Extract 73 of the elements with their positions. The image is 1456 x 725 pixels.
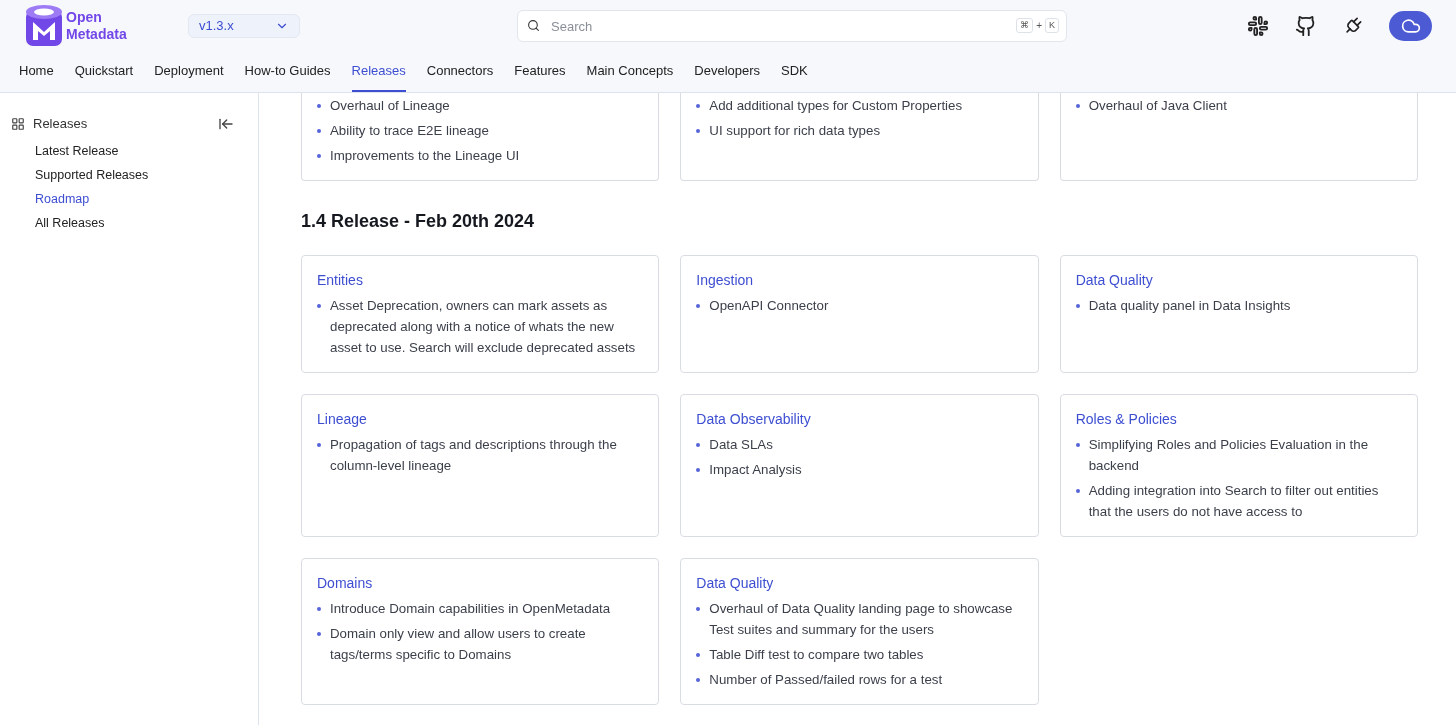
feature-text: Adding integration into Search to filter out entities that the users do not have access to xyxy=(1088,482,1380,521)
feature-text: Introduce Domain capabilities in OpenMetadata xyxy=(330,600,611,618)
bullet-icon xyxy=(317,129,321,133)
feature-text: Domain only view and allow users to create tags/terms specific to Domains xyxy=(330,625,587,664)
feature-text: Data SLAs xyxy=(709,436,773,454)
feature-text: Improvements to the Lineage UI xyxy=(330,147,520,165)
feature-text: Propagation of tags and descriptions through the column-level lineage xyxy=(330,436,618,475)
nav-tab[interactable]: SDK xyxy=(781,60,808,92)
sidebar-link[interactable]: All Releases xyxy=(35,213,234,232)
feature-text: Impact Analysis xyxy=(709,461,802,479)
bullet-icon xyxy=(696,653,701,657)
bullet-icon xyxy=(317,154,321,158)
feature-text: Data quality panel in Data Insights xyxy=(1088,297,1291,315)
section-heading: 1.4 Release - Feb 20th 2024 xyxy=(301,210,536,233)
feature-text: Ability to trace E2E lineage xyxy=(330,122,489,140)
bullet-icon xyxy=(317,104,321,108)
grid-icon xyxy=(11,116,25,131)
sidebar-title: Releases xyxy=(33,115,88,133)
feature-text: Overhaul of Data Quality landing page to showcase Test suites and summary for the users xyxy=(709,600,1014,639)
bullet-icon xyxy=(696,468,701,472)
version-select[interactable]: v1.3.x xyxy=(188,14,300,38)
sidebar-link[interactable]: Latest Release xyxy=(35,141,234,160)
feature-text: Table Diff test to compare two tables xyxy=(709,646,924,664)
feature-text: Number of Passed/failed rows for a test xyxy=(709,671,943,689)
bullet-icon xyxy=(317,607,321,611)
bullet-icon xyxy=(696,443,701,447)
slack-icon[interactable] xyxy=(1247,15,1269,37)
nav-tab[interactable]: Developers xyxy=(694,60,761,92)
logo-icon xyxy=(26,4,62,48)
key-cap: K xyxy=(1045,18,1059,33)
nav-tab[interactable]: How-to Guides xyxy=(244,60,331,92)
search-icon xyxy=(527,19,540,32)
card-title: Ingestion xyxy=(696,271,755,290)
bullet-icon xyxy=(1075,304,1080,308)
bullet-icon xyxy=(696,304,701,308)
card-title: Data Observability xyxy=(696,410,812,429)
bullet-icon xyxy=(696,104,701,108)
nav-tab[interactable]: Connectors xyxy=(426,60,494,92)
bullet-icon xyxy=(696,607,701,611)
github-icon[interactable] xyxy=(1295,15,1317,37)
card-title: Domains xyxy=(317,574,374,593)
cloud-button[interactable] xyxy=(1389,11,1432,41)
bullet-icon xyxy=(1075,489,1080,493)
bullet-icon xyxy=(1075,104,1080,108)
card-title: Data Quality xyxy=(1075,271,1154,290)
nav-tab[interactable]: Quickstart xyxy=(74,60,134,92)
feature-text: Simplifying Roles and Policies Evaluation in the backend xyxy=(1088,436,1370,475)
card-title: Roles & Policies xyxy=(1075,410,1178,429)
nav-tab[interactable]: Features xyxy=(514,60,566,92)
feature-text: Overhaul of Java Client xyxy=(1088,97,1227,115)
feature-text: Asset Deprecation, owners can mark assets as deprecated along with a notice of whats the new asset to use. Search will exclude deprecated assets xyxy=(330,297,637,357)
feature-text: UI support for rich data types xyxy=(709,122,881,140)
nav-tab[interactable]: Main Concepts xyxy=(586,60,674,92)
card-title: Data Quality xyxy=(696,574,775,593)
bullet-icon xyxy=(696,129,701,133)
bullet-icon xyxy=(317,304,321,308)
feature-text: Overhaul of Lineage xyxy=(330,97,450,115)
feature-text: Add additional types for Custom Properties xyxy=(709,97,963,115)
cloud-icon xyxy=(1400,16,1421,36)
bullet-icon xyxy=(317,443,321,447)
sidebar-link[interactable]: Roadmap xyxy=(35,189,234,208)
plus-sign: + xyxy=(1036,19,1042,33)
logo-text[interactable]: Open Metadata xyxy=(66,9,127,43)
feature-text: OpenAPI Connector xyxy=(709,297,829,315)
bullet-icon xyxy=(317,632,321,636)
sidebar-link[interactable]: Supported Releases xyxy=(35,165,234,184)
card-title: Entities xyxy=(317,271,364,290)
nav-tab[interactable]: Deployment xyxy=(154,60,224,92)
nav-tab[interactable]: Home xyxy=(19,60,54,92)
key-cap: ⌘ xyxy=(1016,18,1034,33)
bullet-icon xyxy=(696,678,701,682)
card-title: Lineage xyxy=(317,410,368,429)
bullet-icon xyxy=(1075,443,1080,447)
